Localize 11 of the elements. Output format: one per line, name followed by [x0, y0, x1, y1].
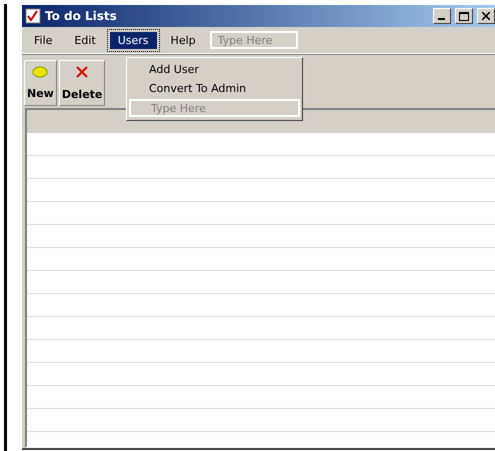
menu-input-field[interactable]: Type Here — [210, 31, 298, 49]
dropdown-item[interactable]: Convert To Admin — [129, 80, 300, 97]
menu-item[interactable]: Help — [162, 32, 204, 48]
menu-item[interactable]: Edit — [66, 32, 104, 48]
dropdown-input-field[interactable]: Type Here — [129, 99, 300, 117]
dropdown-item[interactable]: Add User — [129, 61, 300, 78]
window-title: To do Lists — [45, 9, 118, 23]
toolbar-button[interactable]: Delete — [58, 60, 106, 106]
toolbar-button[interactable]: New — [24, 60, 57, 106]
menu-item[interactable]: File — [26, 32, 60, 48]
menu-item[interactable]: Users — [110, 32, 157, 48]
